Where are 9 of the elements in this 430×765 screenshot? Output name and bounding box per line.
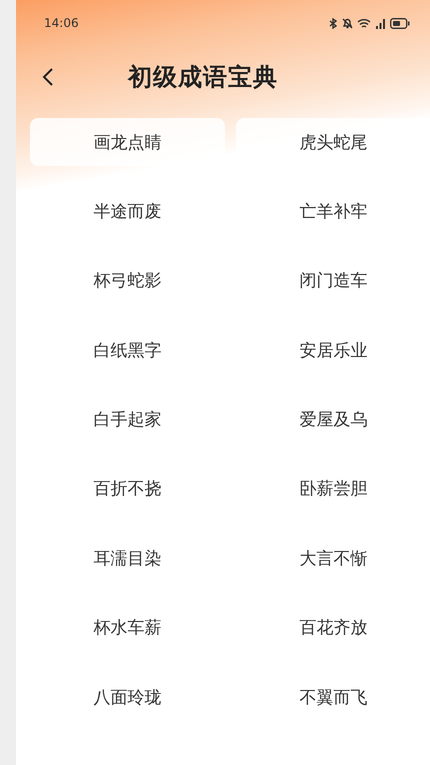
- status-time: 14:06: [44, 16, 79, 30]
- idiom-card[interactable]: 画龙点睛: [30, 118, 225, 166]
- signal-icon: [375, 18, 386, 28]
- bell-off-icon: [342, 18, 353, 28]
- back-icon: [42, 67, 54, 87]
- wifi-icon: [357, 18, 371, 28]
- battery-icon: [390, 18, 410, 28]
- page-title: 初级成语宝典: [128, 62, 278, 93]
- bluetooth-icon: [329, 18, 338, 28]
